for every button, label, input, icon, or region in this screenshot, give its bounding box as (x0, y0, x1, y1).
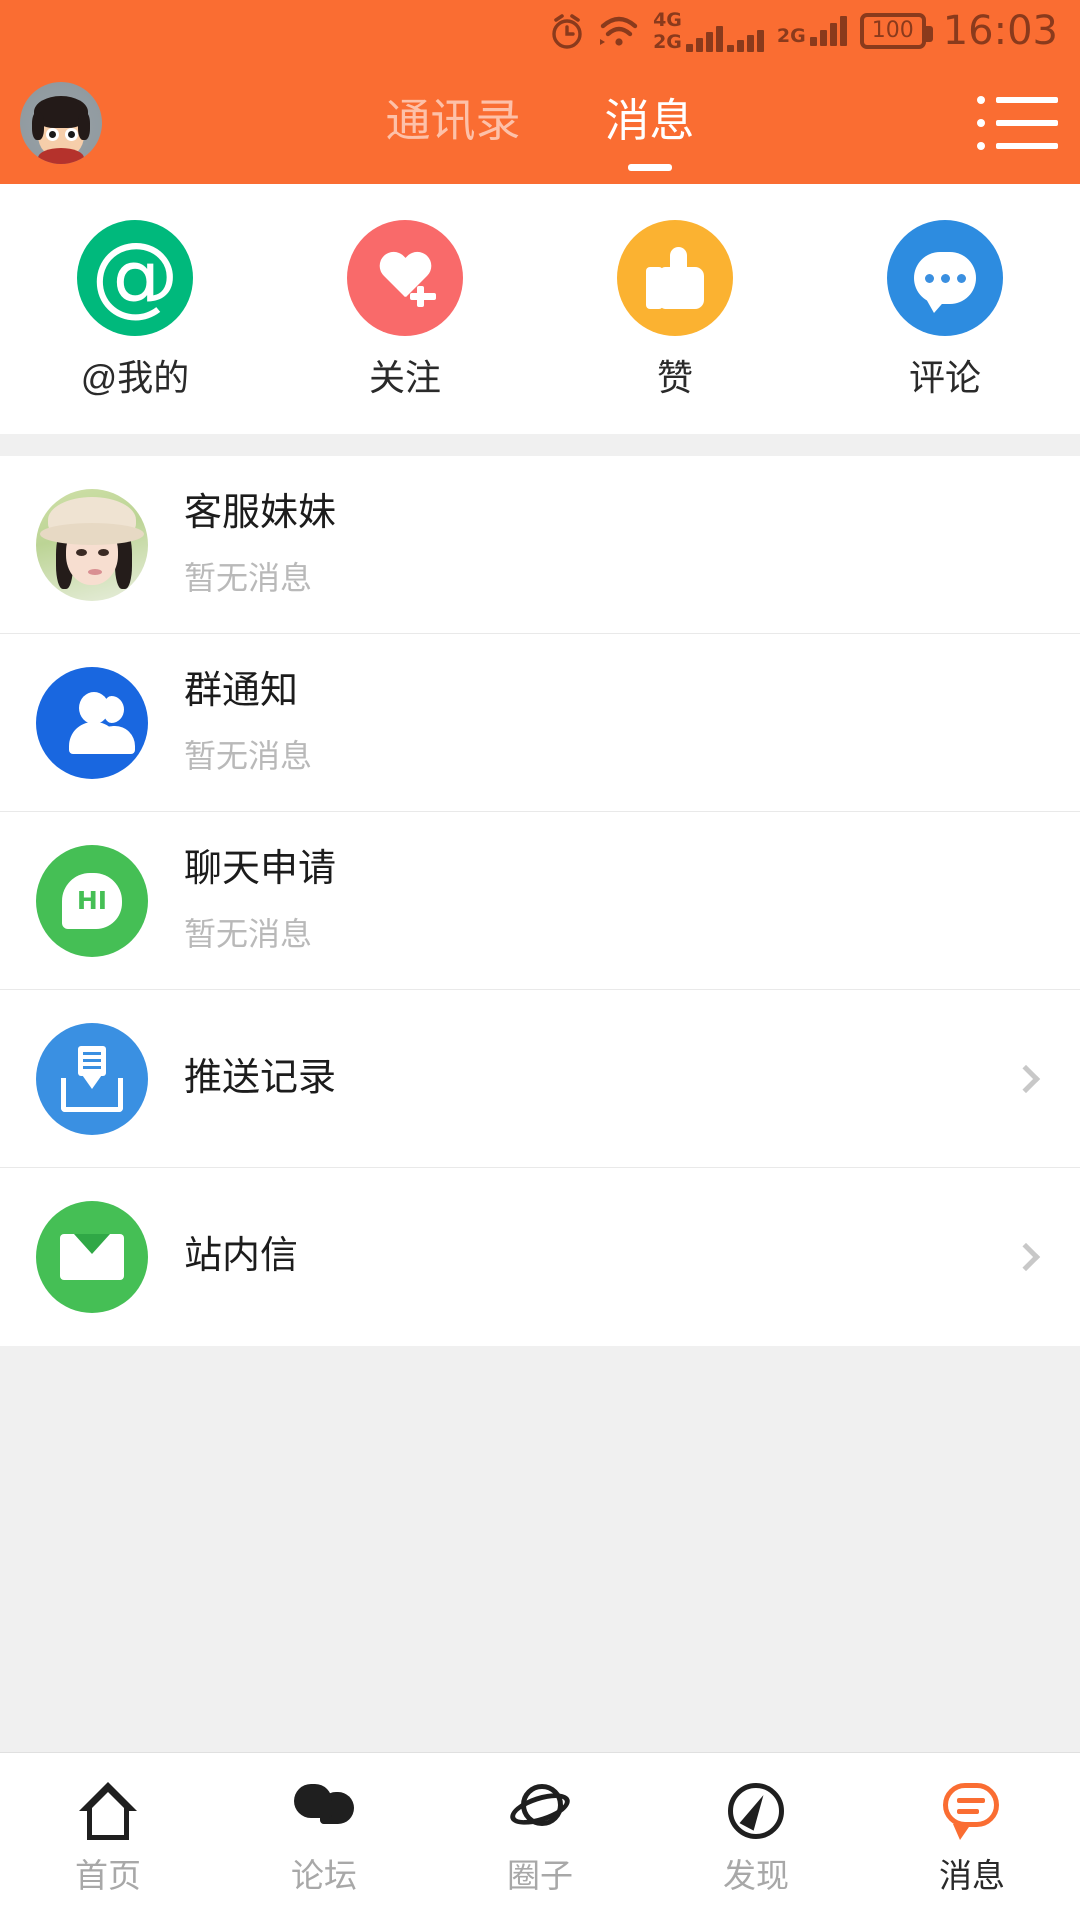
list-item[interactable]: 客服妹妹 暂无消息 (0, 456, 1080, 634)
group-people-icon (36, 666, 148, 779)
list-item-title: 群通知 (184, 670, 299, 712)
list-item-text: 聊天申请 暂无消息 (184, 848, 1054, 952)
at-icon: @ (77, 220, 193, 336)
quick-action-label: 评论 (908, 357, 981, 398)
home-icon (79, 1781, 137, 1841)
nav-item-discover[interactable]: 发现 (648, 1753, 864, 1920)
list-item-subtitle: 暂无消息 (184, 737, 313, 774)
nav-label: 论坛 (291, 1857, 357, 1894)
message-list: 客服妹妹 暂无消息 群通知 暂无消息 HI 聊天申请 暂无消息 推送记录 站内信 (0, 456, 1080, 1346)
battery-icon: 100 (859, 13, 933, 49)
sim2-network: 2G (776, 25, 806, 47)
list-item-title: 站内信 (184, 1235, 299, 1278)
list-item[interactable]: 推送记录 (0, 990, 1080, 1168)
nav-item-home[interactable]: 首页 (0, 1753, 216, 1920)
sim1-network-bottom: 2G (653, 30, 682, 53)
list-item-title: 聊天申请 (184, 848, 337, 890)
quick-action-follow[interactable]: 关注 (270, 220, 540, 396)
inbox-download-icon (36, 1022, 148, 1135)
tab-messages-label: 消息 (604, 94, 695, 146)
forum-bubbles-icon (294, 1781, 354, 1841)
list-menu-icon[interactable] (977, 96, 1058, 150)
heart-shape (378, 253, 439, 312)
wifi-icon (598, 14, 640, 48)
quick-action-label: 关注 (368, 357, 441, 398)
inbox-shape (61, 1045, 123, 1112)
quick-action-label: @我的 (80, 357, 190, 398)
list-item-text: 群通知 暂无消息 (184, 670, 1054, 774)
tab-contacts[interactable]: 通讯录 (385, 98, 520, 149)
list-item-subtitle: 暂无消息 (184, 559, 313, 596)
compass-icon (728, 1781, 784, 1841)
status-bar: 4G 2G 2G 100 16:03 (0, 0, 1080, 62)
header-tabs: 通讯录 消息 (0, 94, 1080, 171)
list-item-text: 客服妹妹 暂无消息 (184, 492, 1054, 596)
list-item[interactable]: 群通知 暂无消息 (0, 634, 1080, 812)
bottom-navigation: 首页 论坛 圈子 发现 消息 (0, 1752, 1080, 1920)
list-item[interactable]: 站内信 (0, 1168, 1080, 1346)
tab-contacts-label: 通讯录 (385, 94, 521, 146)
quick-actions-bar: @ @我的 关注 赞 评论 (0, 184, 1080, 434)
menu-row (977, 96, 1058, 104)
envelope-icon (36, 1201, 148, 1313)
bubble-shape (914, 252, 976, 313)
chevron-right-icon (1011, 1242, 1041, 1272)
planet-circle-icon (506, 1781, 574, 1841)
nav-label: 发现 (723, 1857, 789, 1894)
quick-action-at-mine[interactable]: @ @我的 (0, 220, 270, 396)
alarm-clock-icon (549, 12, 585, 50)
section-divider (0, 434, 1080, 456)
app-root: 4G 2G 2G 100 16:03 通讯录 消息 @ @我的 关注 赞 评论 … (0, 0, 1080, 1920)
sim1-network-top: 4G (653, 8, 682, 31)
plus-badge (407, 280, 439, 312)
nav-label: 首页 (75, 1857, 141, 1894)
envelope-shape (60, 1234, 124, 1280)
quick-action-comment[interactable]: 评论 (810, 220, 1080, 396)
active-tab-indicator (627, 163, 672, 171)
list-item-title: 推送记录 (184, 1056, 337, 1099)
menu-row (977, 119, 1058, 127)
photo-avatar (36, 488, 148, 601)
thumb-shape (646, 247, 704, 309)
hi-bubble-icon: HI (36, 844, 148, 957)
people-shape (63, 691, 135, 754)
sim2-signal-icon: 2G (777, 16, 847, 46)
menu-row (977, 142, 1058, 150)
clock-time: 16:03 (942, 8, 1058, 54)
tab-messages[interactable]: 消息 (604, 94, 695, 171)
nav-label: 圈子 (507, 1857, 573, 1894)
heart-plus-icon (347, 220, 463, 336)
avatar-body (38, 148, 84, 164)
list-item-title: 客服妹妹 (184, 492, 337, 534)
hi-bubble-shape: HI (62, 872, 122, 929)
battery-level: 100 (871, 18, 914, 43)
app-header: 通讯录 消息 (0, 62, 1080, 184)
thumbs-up-icon (617, 220, 733, 336)
quick-action-label: 赞 (656, 357, 693, 398)
nav-item-forum[interactable]: 论坛 (216, 1753, 432, 1920)
list-item-text: 站内信 (184, 1235, 1016, 1278)
chevron-right-icon (1011, 1064, 1041, 1093)
list-item-subtitle: 暂无消息 (184, 915, 313, 952)
list-item-text: 推送记录 (184, 1056, 1016, 1100)
message-bubble-icon (943, 1781, 1001, 1841)
quick-action-like[interactable]: 赞 (540, 220, 810, 396)
list-item[interactable]: HI 聊天申请 暂无消息 (0, 812, 1080, 990)
nav-item-messages[interactable]: 消息 (864, 1753, 1080, 1920)
empty-area (0, 1346, 1080, 1606)
nav-label: 消息 (939, 1857, 1005, 1894)
at-glyph: @ (91, 223, 179, 326)
comment-bubble-icon (887, 220, 1003, 336)
nav-item-circle[interactable]: 圈子 (432, 1753, 648, 1920)
sim1-signal-icon: 4G 2G (653, 8, 764, 53)
